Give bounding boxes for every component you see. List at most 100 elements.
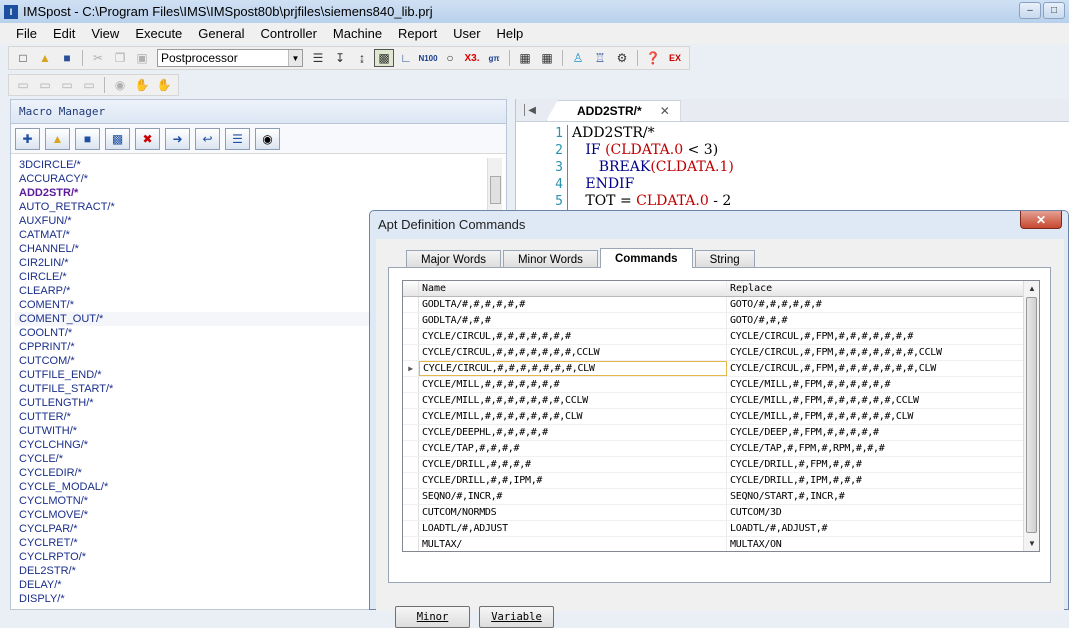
open-folder-icon[interactable]: ▲ <box>35 49 55 67</box>
save-all-macro-icon[interactable]: ▩ <box>105 127 130 150</box>
table-row[interactable]: CYCLE/DRILL,#,#,#,# CYCLE/DRILL,#,FPM,#,#… <box>403 457 1039 473</box>
tab-major-words[interactable]: Major Words <box>406 250 501 268</box>
grid-scrollbar[interactable]: ▲ ▼ <box>1023 281 1039 551</box>
cell-replace[interactable]: GOTO/#,#,# <box>727 313 1025 328</box>
delete-macro-icon[interactable]: ✖ <box>135 127 160 150</box>
cut-icon[interactable]: ✂ <box>88 49 108 67</box>
row-selector[interactable] <box>403 425 419 440</box>
console-icon[interactable]: ▩ <box>374 49 394 67</box>
cell-name[interactable]: MULTAX/ <box>419 537 727 551</box>
row-selector[interactable] <box>403 537 419 551</box>
cell-name[interactable]: CYCLE/DEEPHL,#,#,#,#,# <box>419 425 727 440</box>
row-selector[interactable] <box>403 313 419 328</box>
export-macro-icon[interactable]: ➜ <box>165 127 190 150</box>
current-row-arrow-icon[interactable]: ▶ <box>403 361 419 376</box>
menu-file[interactable]: File <box>8 26 45 41</box>
row-selector[interactable] <box>403 441 419 456</box>
cell-name[interactable]: GODLTA/#,#,# <box>419 313 727 328</box>
sort-list-icon[interactable]: ↨ <box>352 49 372 67</box>
save-icon[interactable]: ■ <box>57 49 77 67</box>
row-selector[interactable] <box>403 393 419 408</box>
row-selector[interactable] <box>403 377 419 392</box>
minor-button[interactable]: Minor <box>395 606 470 628</box>
cell-name[interactable]: LOADTL/#,ADJUST <box>419 521 727 536</box>
table-row[interactable]: CUTCOM/NORMDS CUTCOM/3D <box>403 505 1039 521</box>
postprocessor-combo[interactable]: Postprocessor ▼ <box>157 49 303 67</box>
new-file-icon[interactable]: □ <box>13 49 33 67</box>
table-icon[interactable]: ▦ <box>537 49 557 67</box>
table-row[interactable]: LOADTL/#,ADJUST LOADTL/#,ADJUST,# <box>403 521 1039 537</box>
row-selector[interactable] <box>403 489 419 504</box>
cell-replace[interactable]: CYCLE/DRILL,#,FPM,#,#,# <box>727 457 1025 472</box>
cell-name[interactable]: CUTCOM/NORMDS <box>419 505 727 520</box>
cell-name[interactable]: CYCLE/TAP,#,#,#,# <box>419 441 727 456</box>
cell-replace[interactable]: CYCLE/CIRCUL,#,FPM,#,#,#,#,#,#,#,CLW <box>727 361 1025 376</box>
macro-item[interactable]: ACCURACY/* <box>15 172 491 186</box>
table-row[interactable]: GODLTA/#,#,# GOTO/#,#,# <box>403 313 1039 329</box>
help-icon[interactable]: ❓ <box>643 49 663 67</box>
comment-delete-icon[interactable]: ▭ <box>79 76 99 94</box>
comment-icon[interactable]: ▭ <box>57 76 77 94</box>
user-icon[interactable]: ♙ <box>568 49 588 67</box>
scrollbar-thumb[interactable] <box>1026 297 1037 533</box>
macro-item[interactable]: 3DCIRCLE/* <box>15 158 491 172</box>
binoculars-icon[interactable]: ◉ <box>110 76 130 94</box>
row-selector[interactable] <box>403 473 419 488</box>
copy-icon[interactable]: ❐ <box>110 49 130 67</box>
code-area[interactable]: 1 ADD2STR/* 2 IF (CLDATA.0 < 3) 3 BREAK(… <box>516 125 1069 210</box>
cell-replace[interactable]: MULTAX/ON <box>727 537 1025 551</box>
cell-replace[interactable]: GOTO/#,#,#,#,#,# <box>727 297 1025 312</box>
cell-replace[interactable]: CYCLE/DEEP,#,FPM,#,#,#,#,# <box>727 425 1025 440</box>
close-icon[interactable]: ✕ <box>1020 211 1062 229</box>
menu-controller[interactable]: Controller <box>253 26 325 41</box>
cell-name[interactable]: CYCLE/MILL,#,#,#,#,#,#,#,CCLW <box>419 393 727 408</box>
row-selector[interactable] <box>403 297 419 312</box>
menu-help[interactable]: Help <box>489 26 532 41</box>
scrollbar-thumb[interactable] <box>490 176 501 204</box>
calculator-icon[interactable]: ▦ <box>515 49 535 67</box>
variable-button[interactable]: Variable <box>479 606 554 628</box>
row-selector[interactable] <box>403 329 419 344</box>
cell-replace[interactable]: CYCLE/TAP,#,FPM,#,RPM,#,#,# <box>727 441 1025 456</box>
menu-report[interactable]: Report <box>390 26 445 41</box>
hand-icon[interactable]: ✋ <box>132 76 152 94</box>
new-macro-icon[interactable]: ✚ <box>15 127 40 150</box>
cell-replace[interactable]: SEQNO/START,#,INCR,# <box>727 489 1025 504</box>
table-row[interactable]: CYCLE/MILL,#,#,#,#,#,#,#,CLW CYCLE/MILL,#… <box>403 409 1039 425</box>
cell-replace[interactable]: LOADTL/#,ADJUST,# <box>727 521 1025 536</box>
cell-name[interactable]: CYCLE/DRILL,#,#,#,# <box>419 457 727 472</box>
table-row[interactable]: ▶ CYCLE/CIRCUL,#,#,#,#,#,#,#,CLW CYCLE/CIR… <box>403 361 1039 377</box>
menu-execute[interactable]: Execute <box>127 26 190 41</box>
import-macro-icon[interactable]: ↩ <box>195 127 220 150</box>
table-row[interactable]: CYCLE/MILL,#,#,#,#,#,#,# CYCLE/MILL,#,FPM… <box>403 377 1039 393</box>
table-row[interactable]: CYCLE/CIRCUL,#,#,#,#,#,#,# CYCLE/CIRCUL,#… <box>403 329 1039 345</box>
menu-user[interactable]: User <box>445 26 488 41</box>
editor-tab[interactable]: ADD2STR/* ✕ <box>546 100 681 121</box>
row-selector[interactable] <box>403 457 419 472</box>
cell-name[interactable]: SEQNO/#,INCR,# <box>419 489 727 504</box>
table-row[interactable]: SEQNO/#,INCR,# SEQNO/START,#,INCR,# <box>403 489 1039 505</box>
column-header-replace[interactable]: Replace <box>727 281 1025 296</box>
cell-replace[interactable]: CYCLE/DRILL,#,IPM,#,#,# <box>727 473 1025 488</box>
cell-name[interactable]: GODLTA/#,#,#,#,#,# <box>419 297 727 312</box>
hand-all-icon[interactable]: ✋ <box>154 76 174 94</box>
cell-replace[interactable]: CYCLE/MILL,#,FPM,#,#,#,#,#,#,CCLW <box>727 393 1025 408</box>
cell-name[interactable]: CYCLE/MILL,#,#,#,#,#,#,# <box>419 377 727 392</box>
gp-icon[interactable]: gπ <box>484 49 504 67</box>
menu-edit[interactable]: Edit <box>45 26 83 41</box>
table-row[interactable]: CYCLE/TAP,#,#,#,# CYCLE/TAP,#,FPM,#,RPM,#… <box>403 441 1039 457</box>
row-selector[interactable] <box>403 505 419 520</box>
cell-replace[interactable]: CYCLE/MILL,#,FPM,#,#,#,#,#,# <box>727 377 1025 392</box>
scroll-down-icon[interactable]: ▼ <box>1024 536 1039 551</box>
maximize-icon[interactable]: □ <box>1043 2 1065 19</box>
table-row[interactable]: MULTAX/MULTAX/ON <box>403 537 1039 551</box>
open-macro-icon[interactable]: ▲ <box>45 127 70 150</box>
window-icon[interactable]: ▭ <box>13 76 33 94</box>
cell-name[interactable]: CYCLE/CIRCUL,#,#,#,#,#,#,# <box>419 329 727 344</box>
sort-down-icon[interactable]: ↧ <box>330 49 350 67</box>
row-selector[interactable] <box>403 409 419 424</box>
table-row[interactable]: CYCLE/MILL,#,#,#,#,#,#,#,CCLW CYCLE/MILL,… <box>403 393 1039 409</box>
menu-view[interactable]: View <box>83 26 127 41</box>
save-macro-icon[interactable]: ■ <box>75 127 100 150</box>
chart-icon[interactable]: ∟ <box>396 49 416 67</box>
